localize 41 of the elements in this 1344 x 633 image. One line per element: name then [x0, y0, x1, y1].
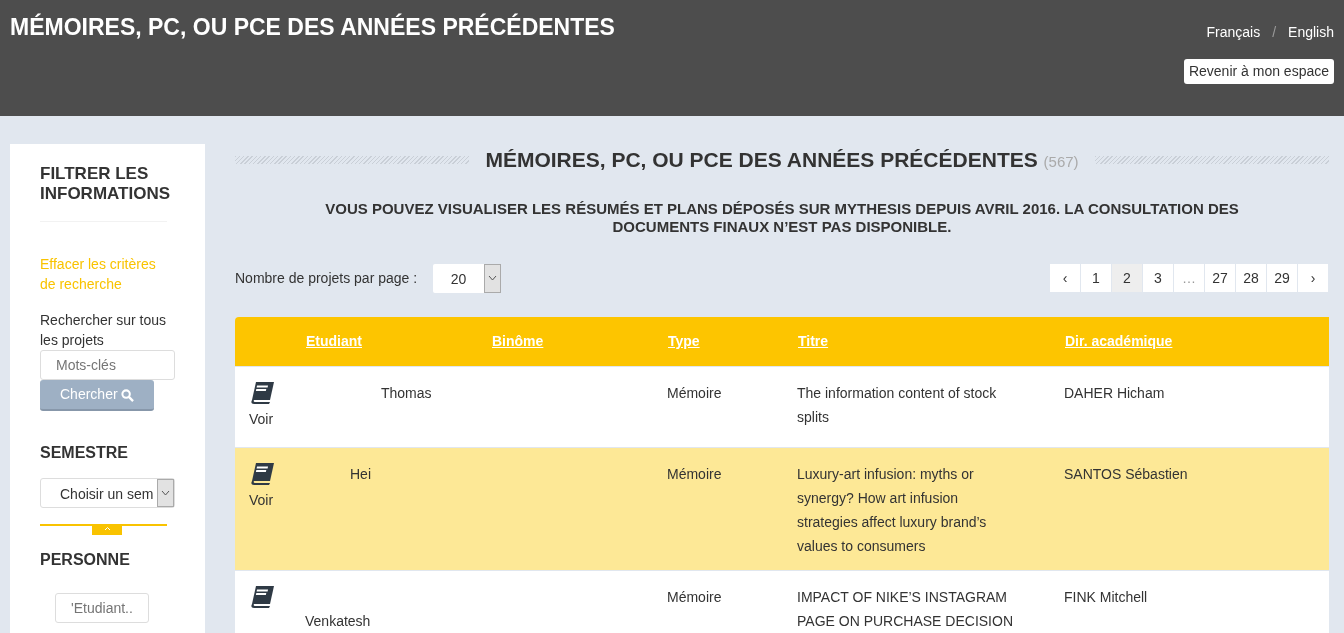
language-link[interactable]: Français: [1206, 22, 1261, 43]
page-title: MÉMOIRES, PC, OU PCE DES ANNÉES PRÉCÉDENTES: [10, 14, 615, 42]
per-page-select[interactable]: 20: [433, 263, 502, 293]
book-icon[interactable]: [249, 585, 276, 609]
person-heading: PERSONNE: [40, 549, 131, 570]
book-icon[interactable]: [249, 462, 276, 486]
previous-page-button[interactable]: ‹: [1050, 264, 1081, 292]
title-text: The information content of stock splits: [797, 385, 997, 425]
caret-up-icon: [103, 525, 111, 531]
per-page-label: Nombre de projets par page :: [235, 268, 418, 288]
title-text: IMPACT OF NIKE’S INSTAGRAM PAGE ON PURCHASE DECISION: [797, 589, 1013, 629]
semester-select[interactable]: Choisir un sem: [40, 477, 175, 508]
table-row[interactable]: Voir Hei Mémoire Luxury-art infusion: myths or synergy? How art infusion strategies affect luxury brand’s values to consumers SANTOS Sébastien: [235, 447, 1329, 571]
view-link[interactable]: Voir: [249, 407, 305, 431]
table-row[interactable]: Voir Thomas Mémoire The information content of stock splits DAHER Hicham: [235, 366, 1329, 448]
director-name: FINK Mitchell: [1064, 589, 1148, 605]
page-button[interactable]: 2: [1112, 264, 1143, 292]
language-link[interactable]: English: [1288, 22, 1334, 43]
search-label: Rechercher sur tous les projets: [40, 310, 167, 350]
caret-icon: [161, 489, 170, 496]
back-button[interactable]: Revenir à mon espace: [1183, 59, 1334, 84]
search-icon: [121, 388, 135, 402]
keyword-field[interactable]: Mots-clés: [40, 349, 175, 380]
view-link[interactable]: Voir: [249, 488, 305, 512]
student-name: Venkatesh: [305, 612, 371, 631]
list-title: MÉMOIRES, PC, OU PCE DES ANNÉES PRÉCÉDENTES (567): [485, 147, 1079, 173]
director-name: SANTOS Sébastien: [1064, 466, 1188, 482]
table-row[interactable]: Venkatesh Mémoire IMPACT OF NIKE’S INSTAGRAM PAGE ON PURCHASE DECISION FINK Mitchell: [235, 570, 1329, 633]
book-icon[interactable]: [249, 381, 276, 405]
type-text: Mémoire: [667, 385, 722, 401]
notice-text: VOUS POUVEZ VISUALISER LES RÉSUMÉS ET PLANS DÉPOSÉS SUR MYTHESIS DEPUIS AVRIL 2016. LA CONSULTATION DES DOCUMENTS FINAUX N’EST PAS DISPONIBLE.: [324, 199, 1240, 236]
type-text: Mémoire: [667, 589, 722, 605]
title-text: Luxury-art infusion: myths or synergy? How art infusion strategies affect luxury brand’s values to consumers: [797, 466, 987, 554]
student-field[interactable]: 'Etudiant..: [55, 593, 149, 624]
director-name: DAHER Hicham: [1064, 385, 1165, 401]
student-name: Hei: [349, 465, 371, 484]
caret-icon: [488, 275, 498, 281]
type-text: Mémoire: [667, 466, 722, 482]
separator: /: [1272, 23, 1277, 42]
student-name: Thomas: [380, 384, 432, 403]
semester-heading: SEMESTRE: [40, 442, 129, 462]
